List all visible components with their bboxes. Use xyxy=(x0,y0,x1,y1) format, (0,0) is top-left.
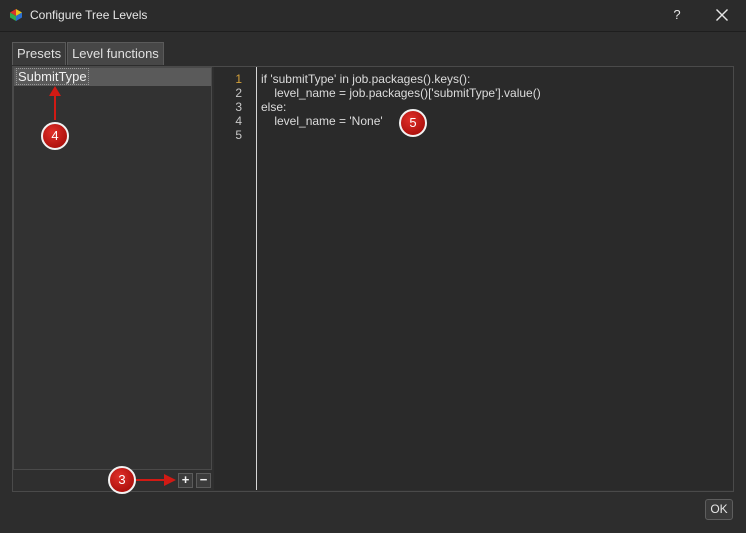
remove-level-button[interactable]: − xyxy=(196,473,211,488)
line-number: 2 xyxy=(235,86,242,100)
line-number: 4 xyxy=(235,114,242,128)
callout-badge: 4 xyxy=(41,122,69,150)
title-bar: Configure Tree Levels ? xyxy=(0,0,746,32)
line-number: 5 xyxy=(235,128,242,142)
code-line[interactable]: level_name = 'None' xyxy=(261,114,382,128)
app-logo-icon xyxy=(10,9,22,21)
add-level-button[interactable]: + xyxy=(178,473,193,488)
close-button[interactable] xyxy=(709,4,735,26)
window-title: Configure Tree Levels xyxy=(30,8,148,22)
tab-level-functions[interactable]: Level functions xyxy=(67,42,164,65)
line-number: 3 xyxy=(235,100,242,114)
help-button[interactable]: ? xyxy=(664,4,690,26)
code-line[interactable]: level_name = job.packages()['submitType'… xyxy=(261,86,540,100)
code-line[interactable]: else: xyxy=(261,100,286,114)
tab-presets[interactable]: Presets xyxy=(12,42,67,65)
code-line[interactable]: if 'submitType' in job.packages().keys()… xyxy=(261,72,470,86)
callout-badge: 3 xyxy=(108,466,136,494)
code-editor[interactable]: 1 2 3 4 5 if 'submitType' in job.package… xyxy=(214,67,733,490)
tab-bar: Presets Level functions xyxy=(12,42,165,66)
line-number-gutter: 1 2 3 4 5 xyxy=(214,67,257,490)
line-number: 1 xyxy=(235,72,242,86)
list-item-label: SubmitType xyxy=(16,68,89,85)
close-icon xyxy=(716,9,728,21)
ok-button[interactable]: OK xyxy=(705,499,733,520)
callout-badge: 5 xyxy=(399,109,427,137)
list-item[interactable]: SubmitType xyxy=(14,68,211,86)
